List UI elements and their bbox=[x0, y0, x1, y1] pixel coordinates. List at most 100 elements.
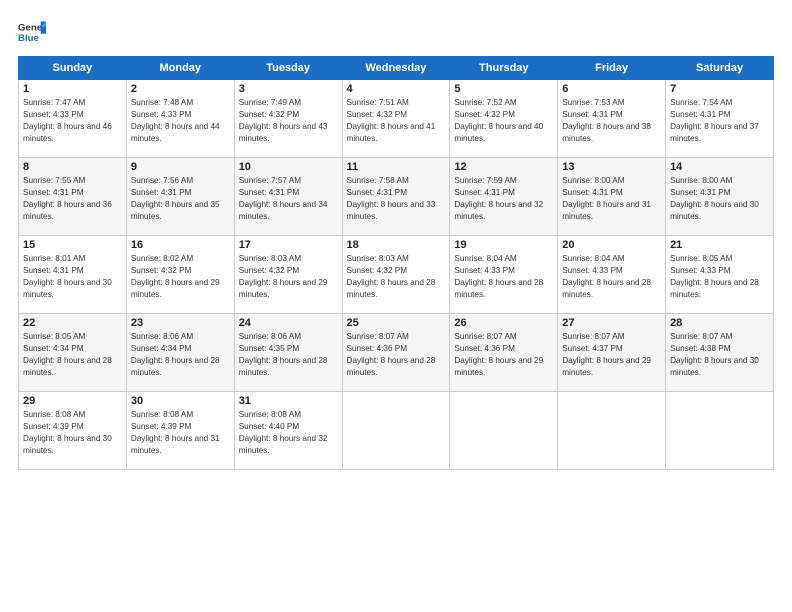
sunrise: Sunrise: 8:04 AM bbox=[562, 254, 624, 263]
day-info: Sunrise: 8:00 AM Sunset: 4:31 PM Dayligh… bbox=[562, 175, 661, 223]
calendar-cell: 16 Sunrise: 8:02 AM Sunset: 4:32 PM Dayl… bbox=[126, 236, 234, 314]
day-info: Sunrise: 7:47 AM Sunset: 4:33 PM Dayligh… bbox=[23, 97, 122, 145]
day-info: Sunrise: 8:08 AM Sunset: 4:39 PM Dayligh… bbox=[131, 409, 230, 457]
calendar-cell bbox=[342, 392, 450, 470]
daylight: Daylight: 8 hours and 28 minutes. bbox=[454, 278, 543, 299]
sunset: Sunset: 4:36 PM bbox=[454, 344, 515, 353]
day-number: 6 bbox=[562, 83, 661, 95]
sunset: Sunset: 4:35 PM bbox=[239, 344, 300, 353]
sunset: Sunset: 4:37 PM bbox=[562, 344, 623, 353]
day-number: 22 bbox=[23, 317, 122, 329]
calendar-cell: 1 Sunrise: 7:47 AM Sunset: 4:33 PM Dayli… bbox=[19, 80, 127, 158]
header: General Blue bbox=[18, 18, 774, 46]
daylight: Daylight: 8 hours and 35 minutes. bbox=[131, 200, 220, 221]
daylight: Daylight: 8 hours and 38 minutes. bbox=[562, 122, 651, 143]
sunrise: Sunrise: 8:07 AM bbox=[454, 332, 516, 341]
svg-text:Blue: Blue bbox=[18, 33, 39, 44]
sunset: Sunset: 4:31 PM bbox=[239, 188, 300, 197]
weekday-header-tuesday: Tuesday bbox=[234, 57, 342, 80]
day-number: 5 bbox=[454, 83, 553, 95]
day-info: Sunrise: 8:07 AM Sunset: 4:38 PM Dayligh… bbox=[670, 331, 769, 379]
sunrise: Sunrise: 8:00 AM bbox=[670, 176, 732, 185]
calendar-cell bbox=[666, 392, 774, 470]
day-info: Sunrise: 7:51 AM Sunset: 4:32 PM Dayligh… bbox=[347, 97, 446, 145]
sunrise: Sunrise: 8:08 AM bbox=[131, 410, 193, 419]
weekday-header-friday: Friday bbox=[558, 57, 666, 80]
day-number: 28 bbox=[670, 317, 769, 329]
logo: General Blue bbox=[18, 18, 52, 46]
daylight: Daylight: 8 hours and 29 minutes. bbox=[239, 278, 328, 299]
daylight: Daylight: 8 hours and 36 minutes. bbox=[23, 200, 112, 221]
day-info: Sunrise: 8:02 AM Sunset: 4:32 PM Dayligh… bbox=[131, 253, 230, 301]
calendar-cell: 11 Sunrise: 7:58 AM Sunset: 4:31 PM Dayl… bbox=[342, 158, 450, 236]
daylight: Daylight: 8 hours and 30 minutes. bbox=[23, 278, 112, 299]
day-info: Sunrise: 8:03 AM Sunset: 4:32 PM Dayligh… bbox=[347, 253, 446, 301]
sunrise: Sunrise: 8:04 AM bbox=[454, 254, 516, 263]
calendar-cell: 29 Sunrise: 8:08 AM Sunset: 4:39 PM Dayl… bbox=[19, 392, 127, 470]
day-info: Sunrise: 7:55 AM Sunset: 4:31 PM Dayligh… bbox=[23, 175, 122, 223]
day-info: Sunrise: 7:56 AM Sunset: 4:31 PM Dayligh… bbox=[131, 175, 230, 223]
sunset: Sunset: 4:36 PM bbox=[347, 344, 408, 353]
day-number: 15 bbox=[23, 239, 122, 251]
weekday-header-monday: Monday bbox=[126, 57, 234, 80]
sunrise: Sunrise: 7:59 AM bbox=[454, 176, 516, 185]
day-number: 13 bbox=[562, 161, 661, 173]
calendar-cell: 10 Sunrise: 7:57 AM Sunset: 4:31 PM Dayl… bbox=[234, 158, 342, 236]
sunset: Sunset: 4:32 PM bbox=[347, 110, 408, 119]
day-number: 17 bbox=[239, 239, 338, 251]
daylight: Daylight: 8 hours and 29 minutes. bbox=[131, 278, 220, 299]
sunrise: Sunrise: 8:06 AM bbox=[239, 332, 301, 341]
daylight: Daylight: 8 hours and 28 minutes. bbox=[347, 278, 436, 299]
day-info: Sunrise: 7:53 AM Sunset: 4:31 PM Dayligh… bbox=[562, 97, 661, 145]
sunset: Sunset: 4:31 PM bbox=[562, 110, 623, 119]
daylight: Daylight: 8 hours and 29 minutes. bbox=[454, 356, 543, 377]
calendar-cell: 6 Sunrise: 7:53 AM Sunset: 4:31 PM Dayli… bbox=[558, 80, 666, 158]
day-number: 11 bbox=[347, 161, 446, 173]
sunrise: Sunrise: 8:03 AM bbox=[347, 254, 409, 263]
calendar-cell: 12 Sunrise: 7:59 AM Sunset: 4:31 PM Dayl… bbox=[450, 158, 558, 236]
sunrise: Sunrise: 7:49 AM bbox=[239, 98, 301, 107]
sunrise: Sunrise: 8:01 AM bbox=[23, 254, 85, 263]
sunrise: Sunrise: 8:05 AM bbox=[670, 254, 732, 263]
daylight: Daylight: 8 hours and 44 minutes. bbox=[131, 122, 220, 143]
calendar-cell: 27 Sunrise: 8:07 AM Sunset: 4:37 PM Dayl… bbox=[558, 314, 666, 392]
daylight: Daylight: 8 hours and 32 minutes. bbox=[454, 200, 543, 221]
sunrise: Sunrise: 8:05 AM bbox=[23, 332, 85, 341]
sunrise: Sunrise: 7:48 AM bbox=[131, 98, 193, 107]
day-info: Sunrise: 7:57 AM Sunset: 4:31 PM Dayligh… bbox=[239, 175, 338, 223]
day-number: 14 bbox=[670, 161, 769, 173]
sunset: Sunset: 4:31 PM bbox=[454, 188, 515, 197]
day-info: Sunrise: 8:01 AM Sunset: 4:31 PM Dayligh… bbox=[23, 253, 122, 301]
daylight: Daylight: 8 hours and 37 minutes. bbox=[670, 122, 759, 143]
sunset: Sunset: 4:34 PM bbox=[131, 344, 192, 353]
day-info: Sunrise: 8:07 AM Sunset: 4:36 PM Dayligh… bbox=[454, 331, 553, 379]
day-info: Sunrise: 7:48 AM Sunset: 4:33 PM Dayligh… bbox=[131, 97, 230, 145]
sunset: Sunset: 4:31 PM bbox=[347, 188, 408, 197]
daylight: Daylight: 8 hours and 33 minutes. bbox=[347, 200, 436, 221]
sunset: Sunset: 4:33 PM bbox=[131, 110, 192, 119]
day-number: 16 bbox=[131, 239, 230, 251]
daylight: Daylight: 8 hours and 28 minutes. bbox=[23, 356, 112, 377]
weekday-header-sunday: Sunday bbox=[19, 57, 127, 80]
calendar-cell: 18 Sunrise: 8:03 AM Sunset: 4:32 PM Dayl… bbox=[342, 236, 450, 314]
day-number: 21 bbox=[670, 239, 769, 251]
sunrise: Sunrise: 7:58 AM bbox=[347, 176, 409, 185]
calendar-cell: 21 Sunrise: 8:05 AM Sunset: 4:33 PM Dayl… bbox=[666, 236, 774, 314]
calendar-cell: 8 Sunrise: 7:55 AM Sunset: 4:31 PM Dayli… bbox=[19, 158, 127, 236]
daylight: Daylight: 8 hours and 34 minutes. bbox=[239, 200, 328, 221]
day-info: Sunrise: 8:07 AM Sunset: 4:36 PM Dayligh… bbox=[347, 331, 446, 379]
daylight: Daylight: 8 hours and 28 minutes. bbox=[670, 278, 759, 299]
day-info: Sunrise: 8:03 AM Sunset: 4:32 PM Dayligh… bbox=[239, 253, 338, 301]
daylight: Daylight: 8 hours and 32 minutes. bbox=[239, 434, 328, 455]
sunset: Sunset: 4:31 PM bbox=[670, 188, 731, 197]
day-number: 20 bbox=[562, 239, 661, 251]
calendar-week-2: 8 Sunrise: 7:55 AM Sunset: 4:31 PM Dayli… bbox=[19, 158, 774, 236]
day-info: Sunrise: 7:52 AM Sunset: 4:32 PM Dayligh… bbox=[454, 97, 553, 145]
weekday-header-row: SundayMondayTuesdayWednesdayThursdayFrid… bbox=[19, 57, 774, 80]
calendar-cell: 4 Sunrise: 7:51 AM Sunset: 4:32 PM Dayli… bbox=[342, 80, 450, 158]
sunset: Sunset: 4:38 PM bbox=[670, 344, 731, 353]
sunset: Sunset: 4:31 PM bbox=[23, 188, 84, 197]
sunrise: Sunrise: 8:03 AM bbox=[239, 254, 301, 263]
day-number: 9 bbox=[131, 161, 230, 173]
sunrise: Sunrise: 8:08 AM bbox=[239, 410, 301, 419]
